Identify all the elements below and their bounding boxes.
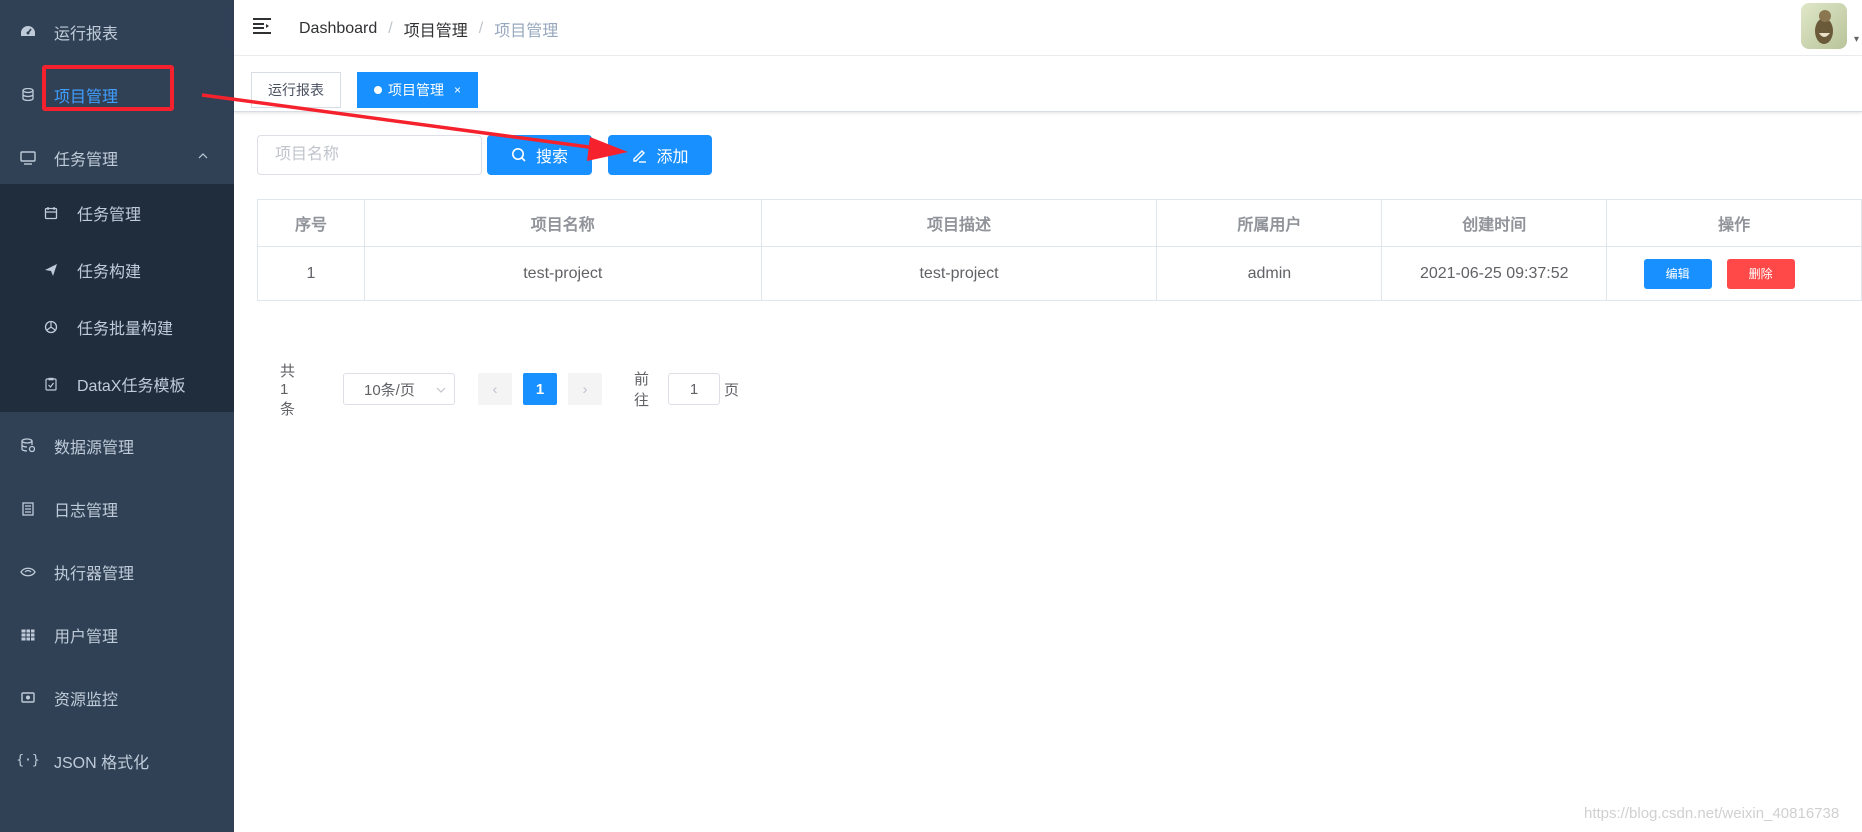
breadcrumb-projects[interactable]: 项目管理 (404, 17, 468, 41)
sidebar-item-label: 用户管理 (54, 628, 119, 646)
column-header: 创建时间 (1382, 200, 1608, 247)
braces-icon: {·} (16, 753, 40, 768)
cell-actions: 编辑 删除 (1607, 247, 1862, 301)
search-icon (511, 148, 526, 162)
table-header-row: 序号 项目名称 项目描述 所属用户 创建时间 操作 (258, 200, 1862, 247)
cell-index: 1 (258, 247, 365, 301)
sidebar-item-users[interactable]: 用户管理 (0, 603, 234, 666)
column-header: 操作 (1607, 200, 1862, 247)
dashboard-icon (20, 24, 36, 40)
table-row: 1 test-project test-project admin 2021-0… (258, 247, 1862, 301)
breadcrumb-separator: / (388, 20, 393, 37)
add-button-label: 添加 (656, 149, 689, 166)
navbar: Dashboard / 项目管理 / 项目管理 ▾ (234, 0, 1862, 56)
column-header: 项目名称 (364, 200, 762, 247)
clipboard-icon (43, 376, 59, 392)
sidebar-item-executors[interactable]: 执行器管理 (0, 540, 234, 603)
project-name-input[interactable] (257, 135, 482, 175)
database-icon (20, 87, 36, 103)
breadcrumb-current: 项目管理 (494, 23, 559, 40)
breadcrumb-separator: / (478, 20, 484, 37)
sidebar-subitem-task-build[interactable]: 任务构建 (0, 241, 234, 298)
sidebar-item-label: JSON 格式化 (54, 754, 150, 772)
sidebar-item-label: 任务批量构建 (77, 320, 174, 338)
close-icon[interactable]: × (454, 83, 461, 97)
sidebar-subitem-batch-build[interactable]: 任务批量构建 (0, 298, 234, 355)
avatar[interactable] (1801, 3, 1847, 49)
search-button[interactable]: 搜索 (487, 135, 592, 175)
tag-label: 项目管理 (388, 82, 444, 98)
page-size-value: 10条/页 (364, 381, 415, 399)
prev-page-button[interactable]: ‹ (478, 373, 512, 405)
eye-icon (20, 564, 36, 580)
breadcrumb: Dashboard / 项目管理 / 项目管理 (299, 17, 558, 41)
sidebar-item-dashboard[interactable]: 运行报表 (0, 0, 234, 63)
sidebar-item-label: DataX任务模板 (77, 377, 186, 395)
sidebar-item-label: 数据源管理 (54, 439, 135, 457)
delete-button[interactable]: 删除 (1726, 258, 1795, 289)
tag-dashboard[interactable]: 运行报表 (251, 72, 341, 108)
chevron-down-icon (436, 387, 446, 393)
sidebar-item-label: 运行报表 (54, 25, 119, 43)
edit-button[interactable]: 编辑 (1643, 258, 1712, 289)
watermark: https://blog.csdn.net/weixin_40816738 (1584, 805, 1840, 822)
pagination-total: 共 1 条 (280, 362, 296, 418)
cell-created-time: 2021-06-25 09:37:52 (1382, 247, 1608, 301)
sidebar-item-label: 资源监控 (54, 691, 119, 709)
sidebar-item-label: 任务管理 (54, 151, 119, 169)
project-table: 序号 项目名称 项目描述 所属用户 创建时间 操作 1 test-project… (257, 199, 1862, 301)
column-header: 项目描述 (761, 200, 1158, 247)
send-icon (43, 262, 59, 278)
sidebar-subitem-task-management[interactable]: 任务管理 (0, 184, 234, 241)
goto-label: 前往 (634, 371, 650, 409)
sidebar-item-monitor[interactable]: 资源监控 (0, 666, 234, 729)
sidebar-item-datasource[interactable]: 数据源管理 (0, 414, 234, 477)
table-icon (20, 627, 36, 643)
submenu: 任务管理 任务构建 任务批量构建 DataX任务模板 (0, 184, 234, 412)
cell-user: admin (1157, 247, 1383, 301)
cell-project-name: test-project (364, 247, 762, 301)
next-page-button[interactable]: › (568, 373, 602, 405)
edit-icon (633, 150, 647, 163)
sidebar-item-label: 任务构建 (77, 263, 142, 281)
datasource-icon (20, 438, 36, 454)
sidebar: 运行报表 项目管理 任务管理 任务管理 任务构建 任务批量构建 DataX任务模… (0, 0, 234, 832)
page-unit-label: 页 (724, 381, 740, 399)
caret-down-icon[interactable]: ▾ (1854, 34, 1859, 45)
monitor-icon (20, 150, 36, 166)
chevron-up-icon (198, 153, 208, 159)
sidebar-item-label: 执行器管理 (54, 565, 135, 583)
document-icon (20, 501, 36, 517)
page-size-select[interactable]: 10条/页 (343, 373, 455, 405)
sidebar-item-label: 日志管理 (54, 502, 119, 520)
column-header: 序号 (258, 200, 365, 247)
column-header: 所属用户 (1157, 200, 1383, 247)
sidebar-item-logs[interactable]: 日志管理 (0, 477, 234, 540)
tags-view: 运行报表 项目管理 × (234, 56, 1862, 112)
add-button[interactable]: 添加 (608, 135, 712, 175)
chart-icon (43, 319, 59, 335)
annotation-highlight-box (42, 65, 174, 111)
sidebar-item-json-format[interactable]: {·} JSON 格式化 (0, 729, 234, 792)
breadcrumb-dashboard[interactable]: Dashboard (299, 20, 377, 38)
page-number-current[interactable]: 1 (523, 373, 557, 405)
active-dot-icon (374, 86, 382, 94)
sidebar-item-label: 任务管理 (77, 206, 142, 224)
cell-description: test-project (761, 247, 1158, 301)
hamburger-icon[interactable] (252, 16, 272, 36)
search-button-label: 搜索 (535, 149, 568, 166)
sidebar-subitem-datax-template[interactable]: DataX任务模板 (0, 355, 234, 412)
calendar-icon (43, 205, 59, 221)
tag-projects[interactable]: 项目管理 × (357, 72, 479, 108)
monitor-eye-icon (20, 690, 36, 706)
tag-label: 运行报表 (268, 82, 324, 98)
goto-page-input[interactable]: 1 (668, 373, 720, 405)
sidebar-item-tasks[interactable]: 任务管理 (0, 126, 234, 189)
